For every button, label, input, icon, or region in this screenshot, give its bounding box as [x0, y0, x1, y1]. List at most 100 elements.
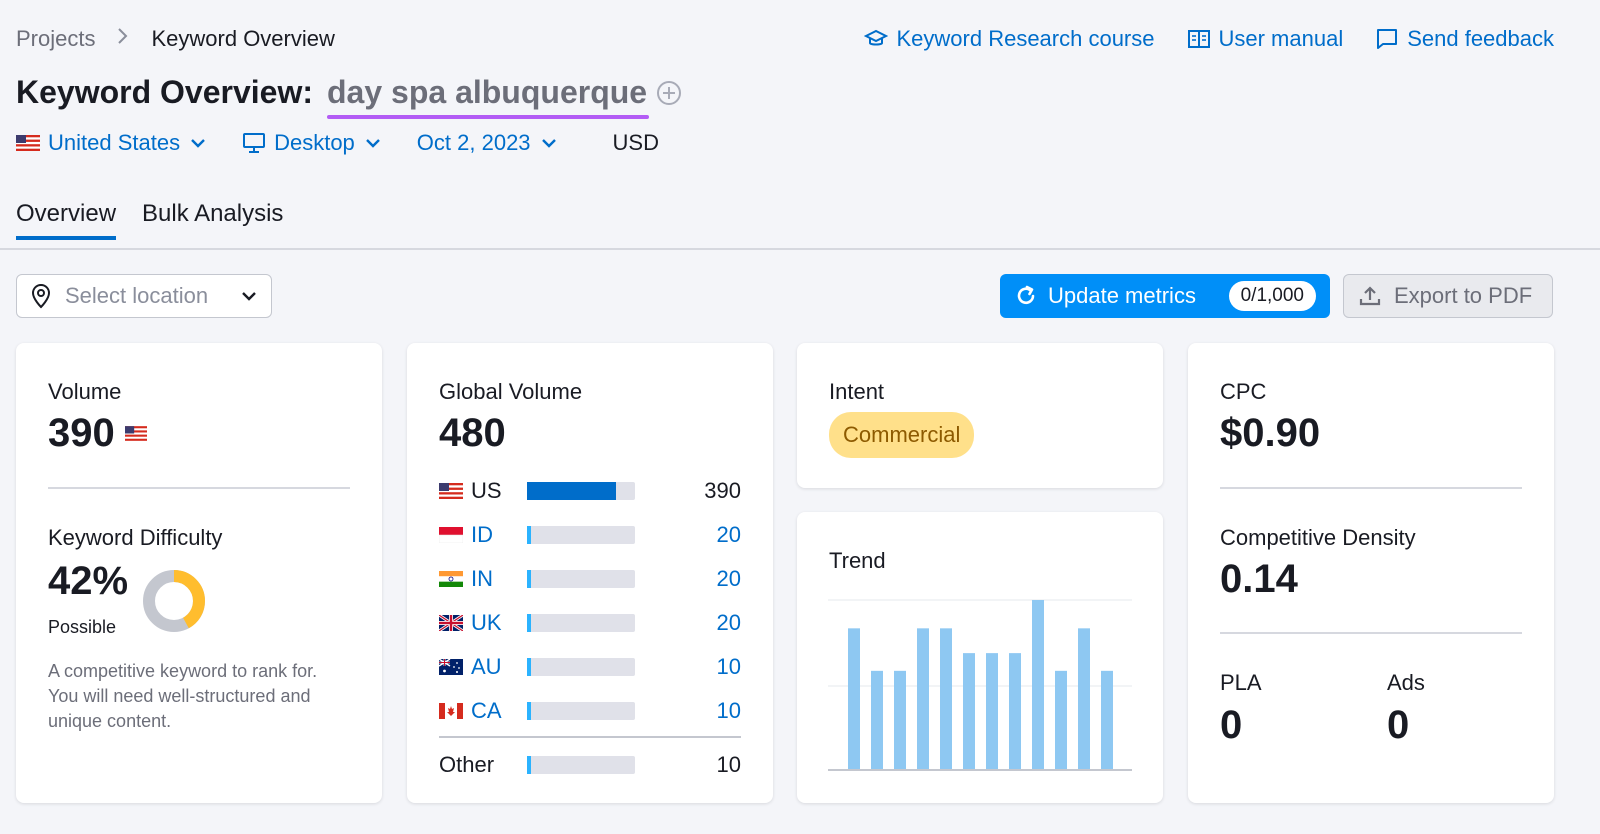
keyword-difficulty-level: Possible [48, 617, 117, 637]
volume-label: Volume [48, 379, 122, 404]
country-volume[interactable]: 20 [717, 522, 741, 548]
country-volume: 10 [716, 752, 741, 777]
upload-icon [1359, 286, 1381, 306]
cpc-value: $0.90 [1220, 411, 1321, 455]
chat-icon [1377, 29, 1398, 49]
country-row-ca[interactable]: CA 10 [439, 689, 741, 733]
device-selector[interactable]: Desktop [242, 130, 383, 156]
country-code[interactable]: IN [471, 566, 527, 592]
trend-card: Trend [797, 512, 1163, 803]
country-share-fill [527, 702, 531, 720]
country-volume[interactable]: 10 [717, 698, 741, 724]
country-selector[interactable]: United States [16, 130, 208, 156]
chevron-down-icon [191, 139, 205, 148]
add-circle-icon[interactable] [655, 79, 683, 107]
location-select[interactable]: Select location [16, 274, 272, 318]
country-list: US 390 ID 20 IN 20 UK 20 AU 10 CA 10 [439, 469, 741, 733]
tab-bulk-analysis[interactable]: Bulk Analysis [142, 200, 283, 238]
top-links: Keyword Research course User manual Send… [864, 26, 1554, 52]
location-placeholder: Select location [65, 283, 209, 308]
country-code[interactable]: AU [471, 654, 527, 680]
divider [1220, 632, 1522, 634]
keyword-text: day spa albuquerque [327, 74, 650, 119]
tabs: Overview Bulk Analysis [16, 200, 309, 240]
country-row-us: US 390 [439, 469, 741, 513]
currency-label: USD [612, 130, 659, 155]
update-metrics-label: Update metrics [1048, 283, 1196, 308]
user-manual-link[interactable]: User manual [1187, 26, 1343, 52]
breadcrumb-current: Keyword Overview [151, 26, 335, 51]
trend-chart [828, 599, 1132, 771]
au-flag-icon [439, 659, 463, 675]
tabs-divider [0, 248, 1600, 250]
us-flag-icon [16, 135, 40, 151]
export-pdf-button[interactable]: Export to PDF [1343, 274, 1553, 318]
keyword-difficulty-value: 42% [48, 559, 129, 603]
chevron-down-icon [242, 292, 256, 301]
trend-bar [963, 653, 975, 770]
competitive-density-value: 0.14 [1220, 557, 1298, 601]
id-flag-icon [439, 527, 463, 543]
us-flag-icon [124, 426, 147, 441]
country-code[interactable]: CA [471, 698, 527, 724]
country-share-bar [527, 570, 635, 588]
country-row-uk[interactable]: UK 20 [439, 601, 741, 645]
keyword-difficulty-description: A competitive keyword to rank for. You w… [48, 661, 318, 731]
send-feedback-label: Send feedback [1407, 26, 1554, 51]
intent-badge: Commercial [829, 412, 975, 458]
location-pin-icon [31, 283, 51, 309]
update-metrics-button[interactable]: Update metrics 0/1,000 [1000, 274, 1330, 318]
country-share-bar [527, 614, 635, 632]
country-volume[interactable]: 20 [717, 566, 741, 592]
country-share-fill [527, 526, 531, 544]
country-volume[interactable]: 10 [717, 654, 741, 680]
country-row-other: Other 10 [439, 743, 741, 787]
country-share-bar [527, 756, 635, 774]
trend-bar [1009, 653, 1021, 770]
country-code[interactable]: ID [471, 522, 527, 548]
in-flag-icon [439, 571, 463, 587]
country-share-bar [527, 702, 635, 720]
trend-bar [871, 670, 883, 770]
trend-bar [940, 628, 952, 770]
keyword-difficulty-label: Keyword Difficulty [48, 525, 223, 550]
page-title-prefix: Keyword Overview: [16, 74, 313, 110]
pla-value: 0 [1220, 703, 1243, 747]
us-flag-icon [439, 483, 463, 499]
other-row: Other 10 [439, 743, 741, 787]
country-share-bar [527, 658, 635, 676]
tab-overview[interactable]: Overview [16, 200, 117, 240]
country-code: US [471, 478, 502, 503]
trend-bar [917, 628, 929, 770]
trend-bar [1078, 628, 1090, 770]
send-feedback-link[interactable]: Send feedback [1375, 26, 1554, 52]
volume-value: 390 [48, 411, 115, 455]
export-pdf-label: Export to PDF [1394, 283, 1533, 308]
country-volume[interactable]: 20 [717, 610, 741, 636]
global-volume-value: 480 [439, 411, 506, 455]
trend-bar [848, 628, 860, 770]
country-share-bar [527, 482, 635, 500]
keyword-research-course-link[interactable]: Keyword Research course [864, 26, 1155, 52]
uk-flag-icon [439, 615, 463, 631]
country-label: United States [48, 130, 181, 155]
refresh-icon [1017, 285, 1035, 305]
country-share-fill [527, 570, 531, 588]
desktop-icon [243, 133, 266, 153]
cpc-card: CPC $0.90 Competitive Density 0.14 PLA 0… [1188, 343, 1554, 803]
country-code: Other [439, 752, 495, 777]
chevron-down-icon [365, 139, 380, 148]
country-share-fill [527, 756, 531, 774]
global-volume-label: Global Volume [439, 379, 583, 404]
keyword-research-course-label: Keyword Research course [896, 26, 1155, 51]
breadcrumb: Projects Keyword Overview [16, 26, 335, 52]
country-row-in[interactable]: IN 20 [439, 557, 741, 601]
country-row-id[interactable]: ID 20 [439, 513, 741, 557]
device-label: Desktop [274, 130, 355, 155]
date-selector[interactable]: Oct 2, 2023 [417, 130, 559, 156]
chevron-right-icon [117, 27, 129, 51]
country-row-au[interactable]: AU 10 [439, 645, 741, 689]
country-code[interactable]: UK [471, 610, 527, 636]
breadcrumb-projects-link[interactable]: Projects [16, 26, 95, 52]
keyword-difficulty-donut [143, 570, 205, 632]
